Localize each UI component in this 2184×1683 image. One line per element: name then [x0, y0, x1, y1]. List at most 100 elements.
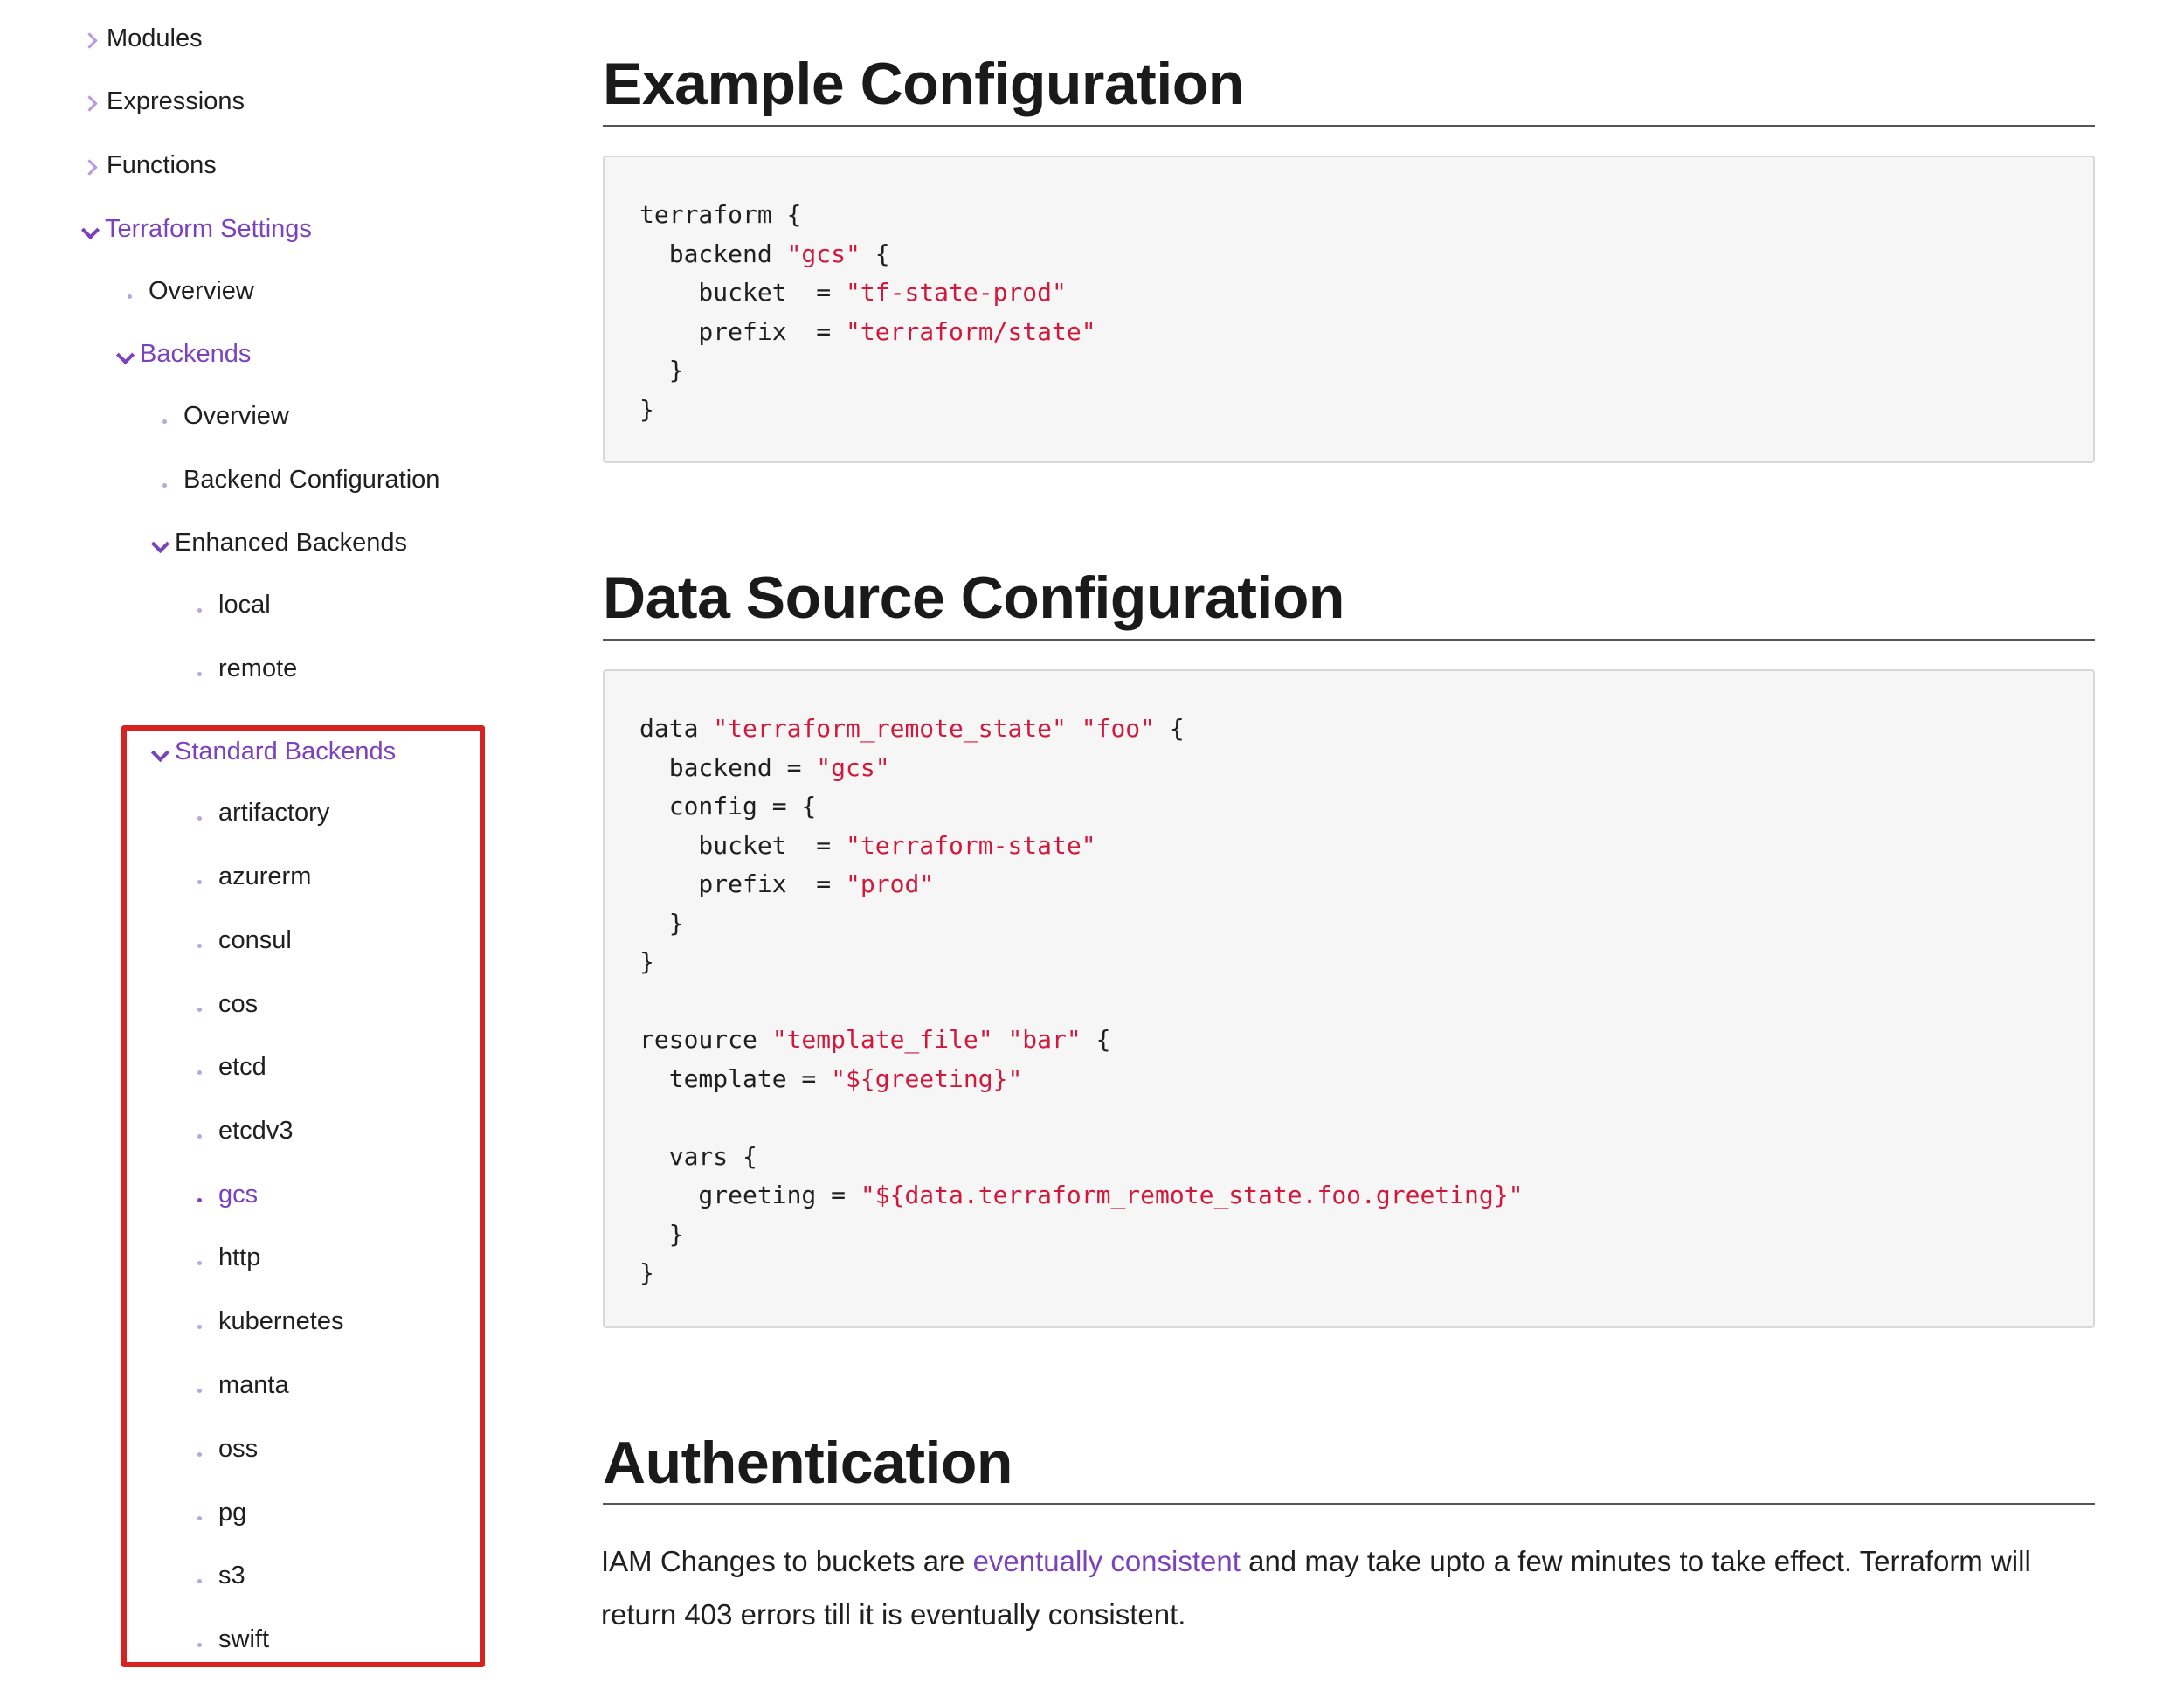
code-text: }	[639, 1219, 684, 1249]
code-string: "${data.terraform_remote_state.foo.greet…	[860, 1181, 1524, 1209]
code-text: bucket =	[639, 830, 847, 860]
code-text: resource	[639, 1025, 772, 1054]
code-text: prefix =	[639, 316, 847, 346]
data-source-configuration-heading: Data Source Configuration	[603, 564, 1344, 631]
code-string: "gcs"	[816, 752, 890, 782]
sidebar-item-local[interactable]: local	[196, 592, 271, 618]
code-line: prefix = "prod"	[639, 865, 2058, 904]
code-line: bucket = "terraform-state"	[639, 827, 2058, 866]
example-code-block[interactable]: terraform { backend "gcs" { bucket = "tf…	[603, 156, 2095, 463]
code-line: backend "gcs" {	[639, 235, 2058, 274]
sidebar-item-expressions[interactable]: Expressions	[81, 87, 245, 115]
sidebar-item-backend-configuration[interactable]: Backend Configuration	[161, 468, 439, 493]
code-line: backend = "gcs"	[639, 749, 2058, 788]
code-line: terraform {	[639, 196, 2058, 235]
bullet-icon	[161, 468, 183, 493]
authentication-heading: Authentication	[603, 1430, 1013, 1496]
code-string: "terraform_remote_state"	[713, 714, 1067, 743]
code-string: "terraform/state"	[846, 316, 1096, 346]
code-line: template = "${greeting}"	[639, 1060, 2058, 1099]
bullet-icon	[196, 592, 218, 618]
code-line: bucket = "tf-state-prod"	[639, 274, 2058, 313]
chevron-right-icon	[81, 153, 107, 178]
eventually-consistent-link[interactable]: eventually consistent	[973, 1545, 1241, 1577]
code-string: "${greeting}"	[831, 1063, 1023, 1093]
sidebar-item-label: Modules	[107, 24, 203, 52]
code-text: data	[639, 714, 714, 743]
data-source-code-block[interactable]: data "terraform_remote_state" "foo" { ba…	[603, 669, 2095, 1328]
code-text: config = {	[639, 792, 817, 821]
sidebar-item-label: Expressions	[107, 87, 245, 115]
code-line: resource "template_file" "bar" {	[639, 1021, 2058, 1060]
code-string: "template_file"	[771, 1025, 993, 1054]
sidebar-item-remote[interactable]: remote	[196, 656, 297, 682]
sidebar-item-overview[interactable]: Overview	[161, 404, 289, 429]
bullet-icon	[196, 656, 218, 682]
code-line: }	[639, 351, 2058, 391]
chevron-right-icon	[81, 89, 107, 114]
sidebar-item-label: Backends	[140, 340, 252, 368]
code-text: terraform {	[639, 200, 802, 229]
chevron-down-icon	[150, 530, 175, 556]
example-configuration-heading: Example Configuration	[603, 51, 1244, 117]
bullet-icon	[126, 279, 149, 304]
code-text: }	[639, 908, 684, 938]
code-line: greeting = "${data.terraform_remote_stat…	[639, 1176, 2058, 1216]
sidebar-item-label: local	[218, 591, 271, 619]
sidebar-item-label: Overview	[183, 402, 289, 430]
chevron-right-icon	[81, 26, 107, 52]
heading-divider	[603, 639, 2095, 641]
sidebar-nav: Modules Expressions Functions Terraform Set…	[0, 0, 559, 1683]
code-string: "gcs"	[786, 239, 860, 268]
sidebar-item-backends[interactable]: Backends	[115, 340, 252, 368]
heading-divider	[603, 125, 2095, 127]
code-line: }	[639, 943, 2058, 982]
code-text: backend =	[639, 752, 817, 782]
code-string: "terraform-state"	[846, 830, 1096, 860]
code-string: "tf-state-prod"	[846, 278, 1067, 307]
code-text: bucket =	[639, 278, 847, 307]
sidebar-item-terraform-settings[interactable]: Terraform Settings	[80, 215, 312, 243]
code-line: }	[639, 1216, 2058, 1255]
code-line: config = {	[639, 787, 2058, 827]
code-string: "foo"	[1081, 714, 1156, 743]
sidebar-item-label: Enhanced Backends	[175, 529, 408, 557]
code-line: }	[639, 904, 2058, 944]
chevron-down-icon	[80, 217, 105, 242]
code-text: }	[639, 394, 654, 424]
sidebar-item-label: Terraform Settings	[105, 215, 312, 243]
sidebar-item-enhanced-backends[interactable]: Enhanced Backends	[150, 529, 408, 557]
sidebar-item-label: Backend Configuration	[183, 466, 440, 494]
authentication-paragraph: IAM Changes to buckets are eventually co…	[601, 1534, 2104, 1641]
sidebar-item-modules[interactable]: Modules	[81, 24, 203, 52]
code-text: template =	[639, 1063, 832, 1093]
code-text: {	[1081, 1025, 1111, 1054]
code-text: }	[639, 947, 654, 976]
code-text: {	[860, 239, 890, 268]
code-line: }	[639, 1254, 2058, 1293]
code-text: vars {	[639, 1141, 757, 1171]
highlight-box	[121, 725, 485, 1667]
sidebar-item-label: Functions	[107, 151, 217, 179]
code-string: "prod"	[846, 869, 935, 898]
code-text: backend	[639, 239, 787, 268]
code-line: prefix = "terraform/state"	[639, 313, 2058, 352]
code-string: "bar"	[1007, 1025, 1082, 1054]
bullet-icon	[161, 404, 183, 429]
code-text: }	[639, 356, 684, 384]
code-line: }	[639, 391, 2058, 430]
code-text: greeting =	[639, 1181, 860, 1209]
code-line: data "terraform_remote_state" "foo" {	[639, 710, 2058, 749]
sidebar-item-label: Overview	[149, 277, 254, 305]
sidebar-item-functions[interactable]: Functions	[81, 151, 217, 179]
sidebar-item-overview[interactable]: Overview	[126, 279, 254, 304]
heading-divider	[603, 1503, 2095, 1505]
code-text: {	[1155, 714, 1185, 743]
code-line: vars {	[639, 1138, 2058, 1177]
paragraph-text: IAM Changes to buckets are	[601, 1545, 973, 1577]
chevron-down-icon	[115, 342, 140, 367]
